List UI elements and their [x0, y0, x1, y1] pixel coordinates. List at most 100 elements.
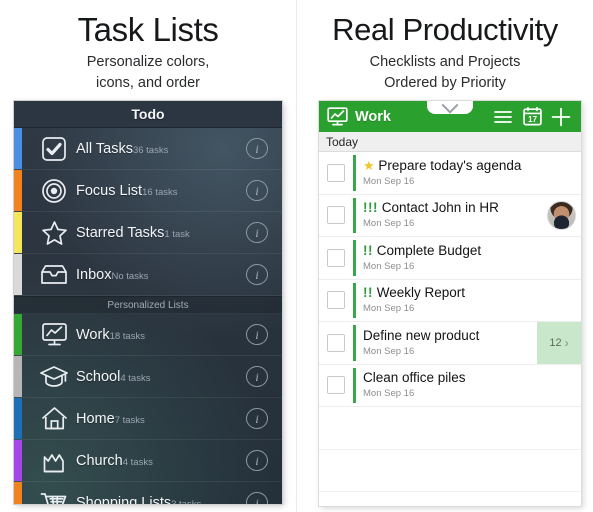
presentation-chart-icon: [325, 106, 349, 128]
task-checkbox[interactable]: [319, 365, 353, 407]
list-item[interactable]: School4 tasks i: [14, 356, 282, 398]
info-button[interactable]: i: [246, 366, 268, 387]
list-color-stripe: [14, 212, 22, 253]
info-button[interactable]: i: [246, 450, 268, 471]
info-button[interactable]: i: [246, 324, 268, 345]
list-color-stripe: [14, 440, 22, 481]
plus-icon[interactable]: [548, 105, 574, 129]
right-promo-subtitle-line1: Checklists and Projects: [369, 54, 521, 70]
task-date: Mon Sep 16: [363, 175, 415, 187]
info-button[interactable]: i: [246, 222, 268, 243]
pull-down-tab[interactable]: [427, 101, 473, 114]
list-item-text: Home7 tasks: [71, 410, 246, 428]
list-color-stripe: [14, 254, 22, 295]
right-promo-text: Real Productivity Checklists and Project…: [297, 0, 593, 92]
task-row[interactable]: Clean office piles Mon Sep 16: [319, 364, 581, 407]
info-button[interactable]: i: [246, 492, 268, 504]
list-item[interactable]: Church4 tasks i: [14, 440, 282, 482]
subtask-count: 12: [549, 336, 562, 349]
subtask-count-badge[interactable]: 12 ›: [537, 322, 581, 364]
empty-task-row: [319, 407, 581, 450]
list-item[interactable]: Focus List16 tasks i: [14, 170, 282, 212]
list-item-label: Shopping Lists: [76, 494, 172, 505]
avatar: [546, 200, 576, 230]
list-item-count: 4 tasks: [122, 456, 153, 468]
left-promo-subtitle-line1: Personalize colors,: [86, 54, 210, 70]
lists-container[interactable]: All Tasks36 tasks i Focus List16 tasks i Sta…: [14, 128, 282, 504]
list-color-stripe: [14, 356, 22, 397]
list-item-label: Focus List: [76, 182, 143, 199]
todo-header-title: Todo: [131, 106, 165, 122]
task-checkbox[interactable]: [319, 237, 353, 279]
task-title: Complete Budget: [376, 242, 482, 258]
task-row[interactable]: !! Complete Budget Mon Sep 16: [319, 237, 581, 280]
list-item[interactable]: InboxNo tasks i: [14, 254, 282, 296]
work-list-screen: Work 17 Today ★ Prepare today's agenda M…: [319, 101, 581, 506]
info-button[interactable]: i: [246, 180, 268, 201]
list-item-text: Starred Tasks1 task: [71, 224, 246, 242]
task-checkbox[interactable]: [319, 195, 353, 237]
list-item-count: 36 tasks: [132, 144, 169, 156]
list-item-count: 4 tasks: [120, 372, 151, 384]
list-item-text: Focus List16 tasks: [71, 182, 246, 200]
list-item[interactable]: Home7 tasks i: [14, 398, 282, 440]
task-row[interactable]: ★ Prepare today's agenda Mon Sep 16: [319, 152, 581, 195]
list-item-count: 7 tasks: [114, 414, 145, 426]
today-section-label: Today: [326, 134, 359, 149]
task-checkbox[interactable]: [319, 280, 353, 322]
right-promo-panel: Real Productivity Checklists and Project…: [296, 0, 593, 512]
task-body: ★ Prepare today's agenda Mon Sep 16: [356, 152, 581, 194]
task-row[interactable]: Define new product Mon Sep 16 12 ›: [319, 322, 581, 365]
list-item-text: Shopping Lists3 tasks: [71, 494, 246, 505]
list-item[interactable]: Starred Tasks1 task i: [14, 212, 282, 254]
calendar-icon[interactable]: 17: [519, 105, 545, 129]
task-body: !! Weekly Report Mon Sep 16: [356, 280, 581, 322]
assignee-avatar[interactable]: [541, 195, 581, 237]
left-promo-panel: Task Lists Personalize colors, icons, an…: [0, 0, 296, 512]
chevron-down-icon: [441, 101, 459, 114]
list-item-text: Work18 tasks: [71, 326, 246, 344]
list-item[interactable]: Work18 tasks i: [14, 314, 282, 356]
checkbox-icon: [37, 134, 71, 164]
list-item[interactable]: All Tasks36 tasks i: [14, 128, 282, 170]
task-title-row: ★ Prepare today's agenda: [363, 158, 581, 174]
task-checkbox[interactable]: [319, 322, 353, 364]
task-lists-screen: Todo All Tasks36 tasks i Focus List16 task…: [14, 101, 282, 504]
info-button[interactable]: i: [246, 264, 268, 285]
task-row[interactable]: !! Weekly Report Mon Sep 16: [319, 279, 581, 322]
personalized-lists-label: Personalized Lists: [107, 299, 189, 311]
task-title: Clean office piles: [363, 370, 466, 386]
list-color-stripe: [14, 170, 22, 211]
list-color-stripe: [14, 482, 22, 504]
calendar-day-label: 17: [527, 115, 537, 124]
todo-header: Todo: [14, 101, 282, 128]
list-item-count: 18 tasks: [109, 330, 145, 342]
task-title-row: !!! Contact John in HR: [363, 200, 541, 216]
task-date: Mon Sep 16: [363, 303, 415, 315]
list-item-text: InboxNo tasks: [71, 266, 246, 284]
list-item[interactable]: Shopping Lists3 tasks i: [14, 482, 282, 504]
inbox-icon: [37, 260, 71, 290]
list-item-count: 1 task: [164, 228, 190, 240]
priority-marker: !!: [363, 285, 373, 301]
task-body: Define new product Mon Sep 16: [356, 322, 537, 364]
list-color-stripe: [14, 128, 22, 169]
priority-marker: !!!: [363, 200, 378, 216]
church-icon: [37, 446, 71, 476]
checkbox-icon: [327, 206, 345, 225]
graduation-cap-icon: [37, 362, 71, 392]
task-row[interactable]: !!! Contact John in HR Mon Sep 16: [319, 194, 581, 237]
star-icon: [37, 218, 71, 248]
info-button[interactable]: i: [246, 138, 268, 159]
list-item-label: Church: [76, 452, 123, 469]
task-checkbox[interactable]: [319, 152, 353, 194]
star-icon: ★: [363, 157, 375, 173]
hamburger-menu-icon[interactable]: [490, 105, 516, 129]
info-button[interactable]: i: [246, 408, 268, 429]
today-section-header: Today: [319, 132, 581, 152]
task-list[interactable]: ★ Prepare today's agenda Mon Sep 16!!! Co…: [319, 152, 581, 492]
task-body: !! Complete Budget Mon Sep 16: [356, 237, 581, 279]
task-body: Clean office piles Mon Sep 16: [356, 365, 581, 407]
list-color-stripe: [14, 314, 22, 355]
task-title-row: !! Complete Budget: [363, 243, 581, 259]
